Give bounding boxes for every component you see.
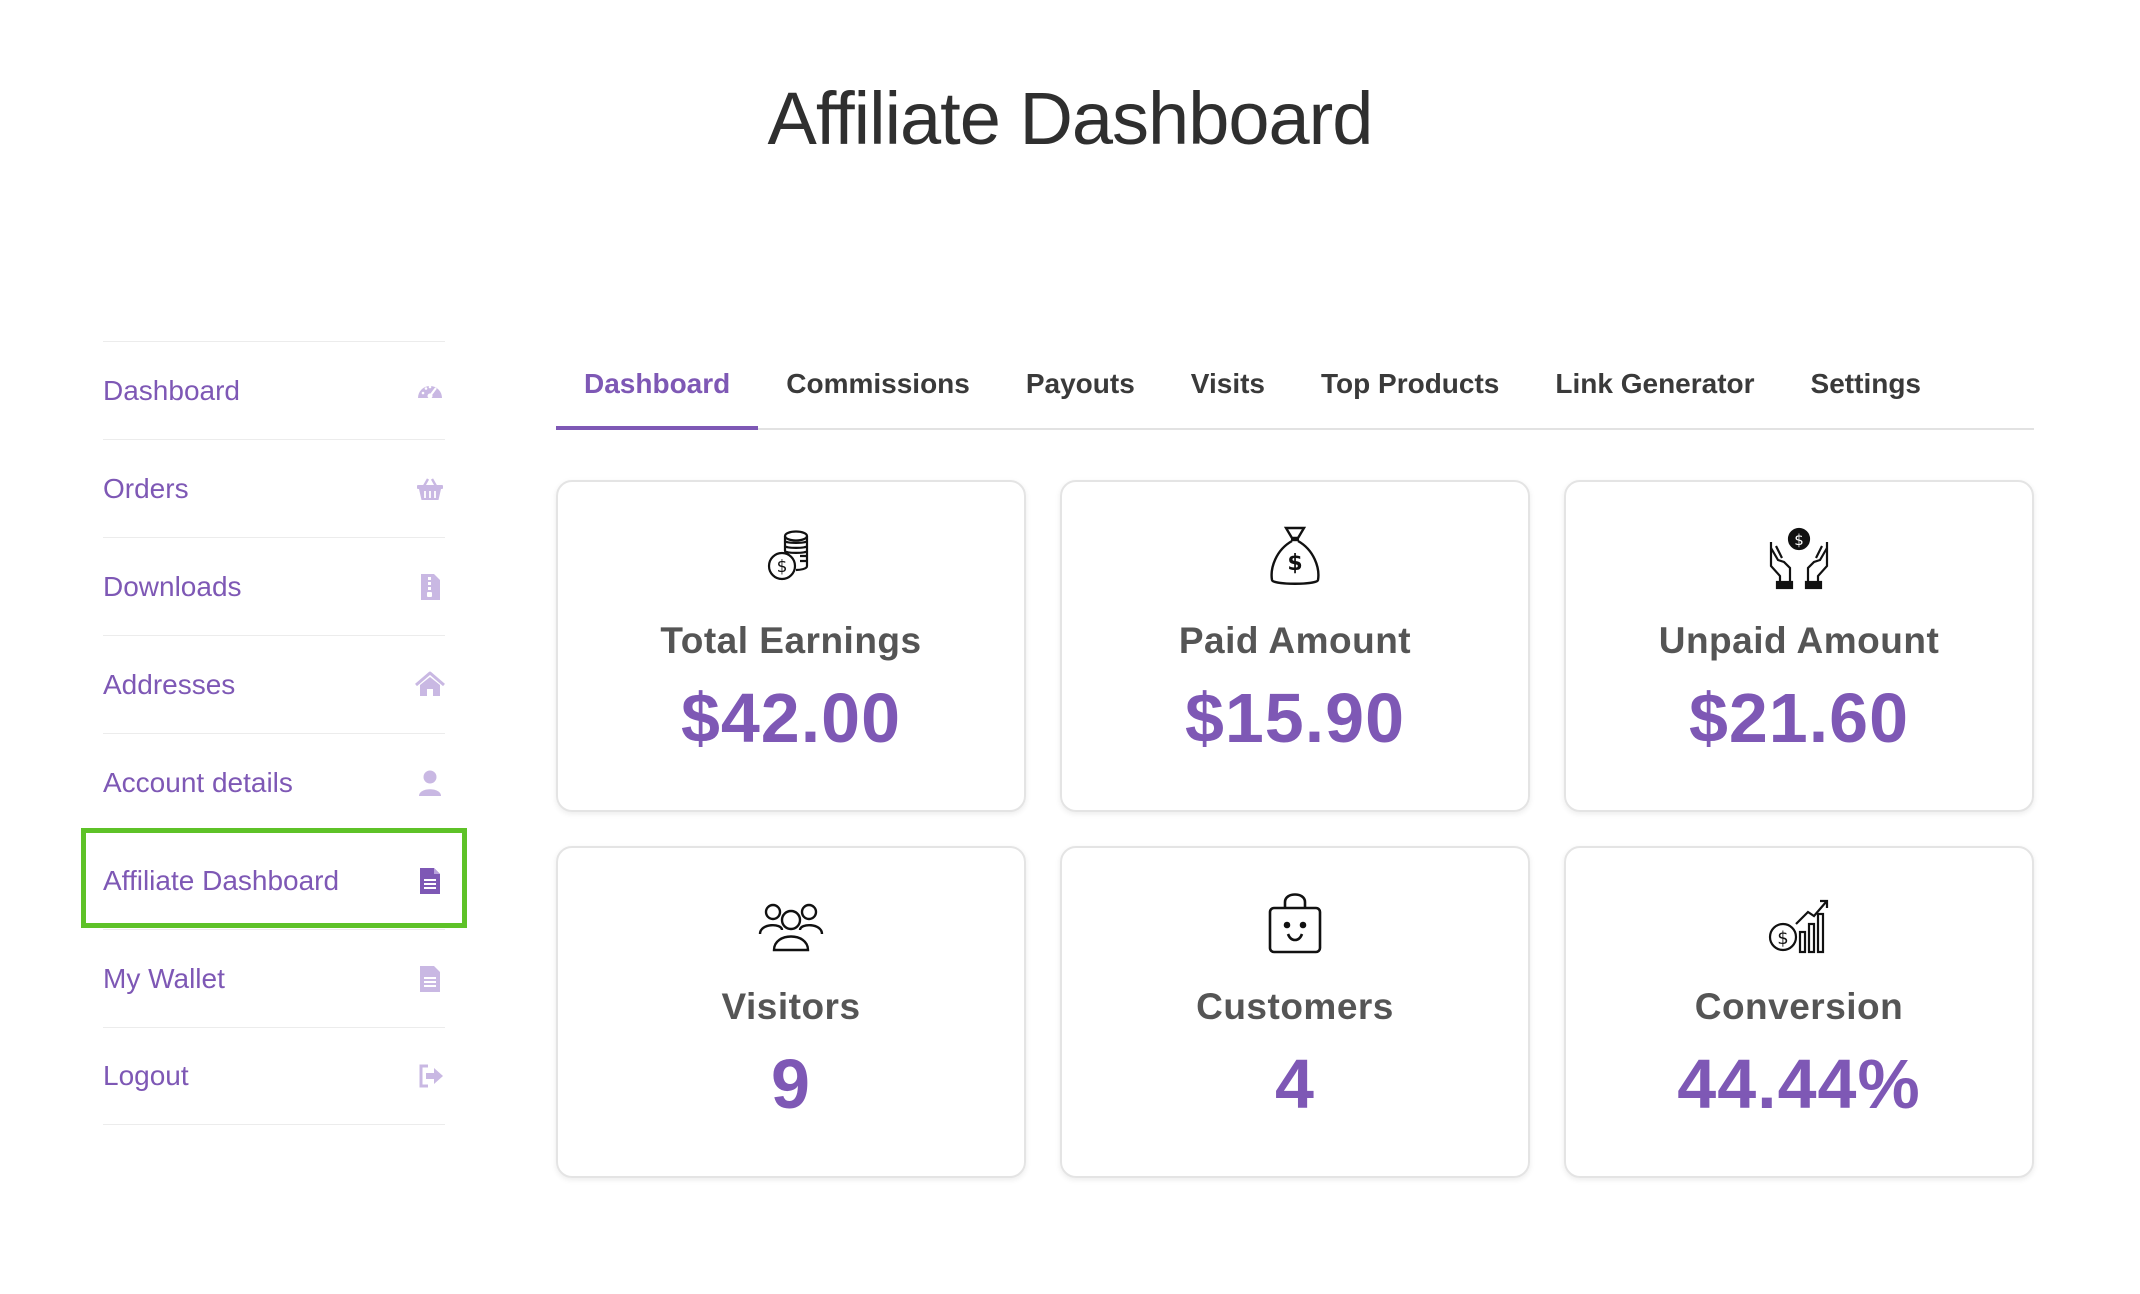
stat-card-customers: Customers 4 [1060, 846, 1530, 1178]
stat-label: Paid Amount [1178, 620, 1412, 661]
svg-text:$: $ [1794, 531, 1804, 549]
hands-coin-icon: $ [1766, 524, 1832, 590]
shopping-bag-icon [1262, 890, 1328, 956]
sidebar-item-addresses[interactable]: Addresses [103, 635, 445, 733]
stat-label: Visitors [721, 986, 861, 1027]
sidebar-item-dashboard[interactable]: Dashboard [103, 341, 445, 439]
tab-dashboard[interactable]: Dashboard [556, 348, 759, 430]
document-icon [415, 964, 445, 994]
tab-link-generator[interactable]: Link Generator [1527, 348, 1782, 426]
stat-label: Conversion [1694, 986, 1904, 1027]
stat-label: Unpaid Amount [1658, 620, 1940, 661]
dashboard-tabs: Dashboard Commissions Payouts Visits Top… [556, 348, 2034, 430]
stat-card-unpaid-amount: $ Unpaid Amount $21.60 [1564, 480, 2034, 812]
page-title: Affiliate Dashboard [767, 77, 1374, 160]
stat-value: $15.90 [1184, 679, 1406, 757]
stats-grid: $ Total Earnings $42.00 $ Paid Amount $1… [556, 480, 2036, 1178]
user-icon [415, 768, 445, 798]
stat-label: Total Earnings [660, 620, 922, 661]
tab-visits[interactable]: Visits [1163, 348, 1293, 426]
stat-card-visitors: Visitors 9 [556, 846, 1026, 1178]
stat-card-paid-amount: $ Paid Amount $15.90 [1060, 480, 1530, 812]
sidebar-item-label: Orders [103, 472, 189, 504]
tab-settings[interactable]: Settings [1783, 348, 1949, 426]
sidebar-item-label: Dashboard [103, 374, 240, 406]
sidebar-item-logout[interactable]: Logout [103, 1027, 445, 1125]
account-sidebar: Dashboard Orders Downloads Addresses Acc… [81, 341, 467, 1125]
file-download-icon [415, 572, 445, 602]
sidebar-item-label: My Wallet [103, 962, 225, 994]
sidebar-item-label: Downloads [103, 570, 242, 602]
home-icon [415, 670, 445, 700]
svg-text:$: $ [1287, 551, 1302, 576]
gauge-icon [415, 376, 445, 406]
sidebar-item-my-wallet[interactable]: My Wallet [103, 929, 445, 1027]
stat-value: 4 [1275, 1045, 1315, 1123]
document-icon [415, 866, 445, 896]
growth-chart-icon: $ [1766, 890, 1832, 956]
stat-card-conversion: $ Conversion 44.44% [1564, 846, 2034, 1178]
stat-value: $21.60 [1688, 679, 1910, 757]
tab-payouts[interactable]: Payouts [998, 348, 1163, 426]
sidebar-item-account-details[interactable]: Account details [103, 733, 445, 831]
svg-text:$: $ [777, 557, 788, 577]
sidebar-item-orders[interactable]: Orders [103, 439, 445, 537]
sidebar-item-label: Account details [103, 766, 293, 798]
svg-text:$: $ [1777, 928, 1788, 949]
users-icon [758, 890, 824, 956]
stat-value: 44.44% [1677, 1045, 1921, 1123]
tab-commissions[interactable]: Commissions [758, 348, 998, 426]
sidebar-item-downloads[interactable]: Downloads [103, 537, 445, 635]
sidebar-item-affiliate-dashboard[interactable]: Affiliate Dashboard [81, 828, 467, 929]
sidebar-item-label: Logout [103, 1060, 189, 1091]
money-bag-icon: $ [1262, 524, 1328, 590]
stat-card-total-earnings: $ Total Earnings $42.00 [556, 480, 1026, 812]
coins-icon: $ [758, 524, 824, 590]
sidebar-item-label: Addresses [103, 668, 236, 700]
sidebar-item-label: Affiliate Dashboard [103, 864, 340, 896]
stat-value: 9 [771, 1045, 811, 1123]
sign-out-icon [415, 1061, 445, 1091]
stat-value: $42.00 [680, 679, 902, 757]
stat-label: Customers [1196, 986, 1394, 1027]
basket-icon [415, 474, 445, 504]
tab-top-products[interactable]: Top Products [1293, 348, 1527, 426]
